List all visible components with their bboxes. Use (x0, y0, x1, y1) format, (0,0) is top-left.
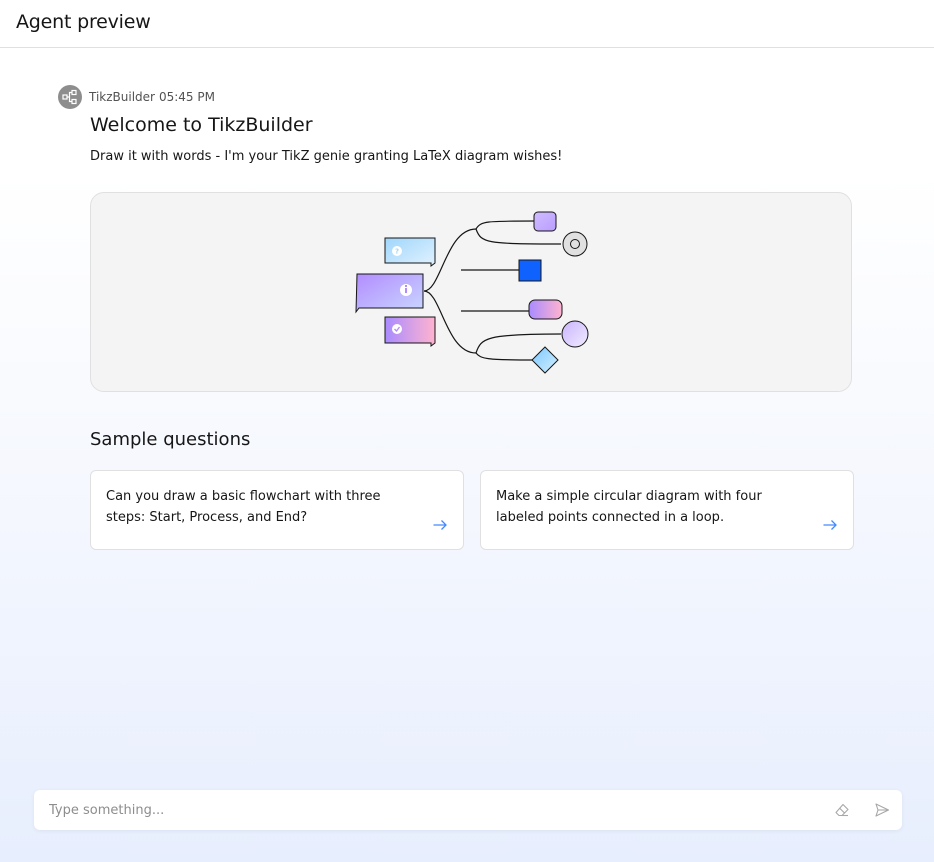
message-time: 05:45 PM (158, 90, 215, 104)
page-title: Agent preview (16, 11, 151, 33)
welcome-title: Welcome to TikzBuilder (90, 114, 313, 136)
diagram-illustration: ? (355, 211, 589, 374)
chat-input[interactable] (49, 790, 809, 830)
sample-question-card-flowchart[interactable]: Can you draw a basic flowchart with thre… (90, 470, 464, 550)
welcome-illustration: ? (90, 192, 852, 392)
sample-question-card-circular[interactable]: Make a simple circular diagram with four… (480, 470, 854, 550)
arrow-right-icon (433, 520, 447, 530)
sample-question-text: Can you draw a basic flowchart with thre… (106, 489, 381, 525)
svg-text:?: ? (395, 248, 399, 256)
agent-avatar (58, 85, 82, 109)
send-icon[interactable] (874, 802, 890, 818)
header-bar: Agent preview (0, 0, 934, 48)
agent-name: TikzBuilder (89, 90, 155, 104)
arrow-right-icon (823, 520, 837, 530)
message-meta: TikzBuilder 05:45 PM (58, 85, 219, 109)
sample-questions-title: Sample questions (90, 429, 251, 450)
flow-diagram-icon (62, 89, 77, 105)
welcome-subtitle: Draw it with words - I'm your TikZ genie… (90, 149, 563, 164)
sample-question-text: Make a simple circular diagram with four… (496, 489, 762, 525)
chat-input-bar (34, 790, 902, 830)
eraser-icon[interactable] (834, 802, 850, 818)
